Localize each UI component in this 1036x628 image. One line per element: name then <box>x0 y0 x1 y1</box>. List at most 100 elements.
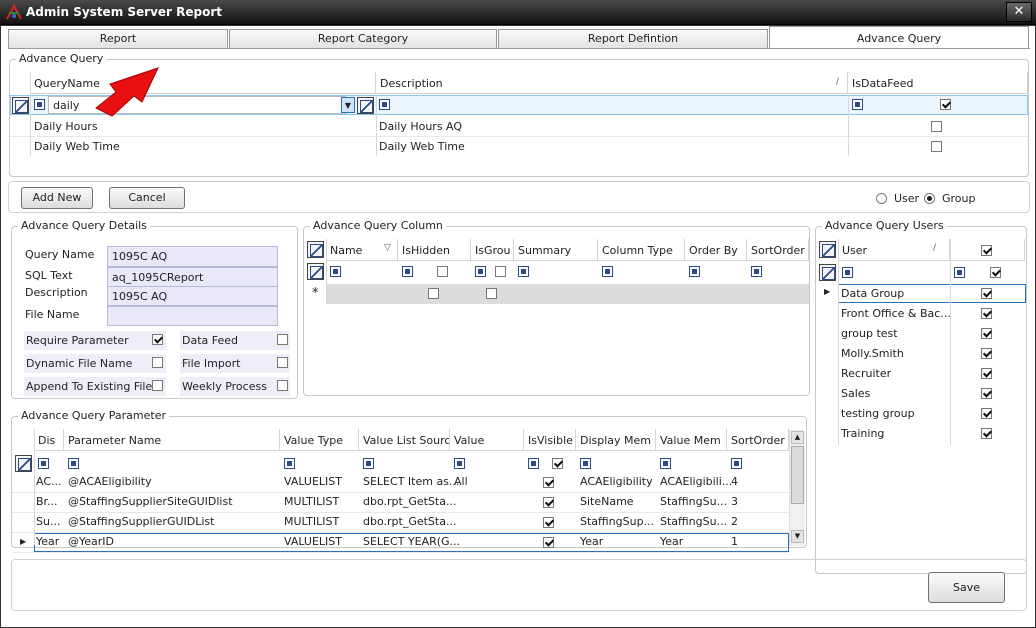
user-row-label[interactable]: Molly.Smith <box>841 347 904 360</box>
param-sort-order-cell[interactable]: 1 <box>731 535 738 548</box>
param-header-sort-order[interactable]: SortOrder <box>727 429 789 451</box>
param-value-list-cell[interactable]: dbo.rpt_GetSta... <box>363 515 456 528</box>
query-row-description[interactable]: Daily Web Time <box>379 140 465 153</box>
file-name-field[interactable] <box>107 306 278 326</box>
user-radio[interactable] <box>876 193 887 204</box>
user-row-checkbox[interactable] <box>981 408 992 419</box>
summary-filter-icon[interactable] <box>518 266 529 277</box>
user-row-checkbox[interactable] <box>981 328 992 339</box>
filter-editor-icon-2[interactable] <box>357 97 374 114</box>
param-display-cell[interactable]: Su... <box>36 515 60 528</box>
data-feed-checkbox[interactable] <box>277 334 288 345</box>
scroll-thumb[interactable] <box>791 446 804 504</box>
param-value-type-cell[interactable]: VALUELIST <box>284 475 342 488</box>
data-feed-filter-operator-icon[interactable] <box>852 99 863 110</box>
is-group-filter-icon[interactable] <box>475 266 486 277</box>
display-filter-icon[interactable] <box>38 458 49 469</box>
value-list-filter-icon[interactable] <box>363 458 374 469</box>
param-display-member-cell[interactable]: StaffingSup... <box>580 515 654 528</box>
tab-report-definition[interactable]: Report Defintion <box>498 29 768 49</box>
parameter-scrollbar[interactable]: ▲ ▼ <box>789 430 805 546</box>
col-header-column-type[interactable]: Column Type <box>598 239 685 261</box>
dynamic-file-name-checkbox[interactable] <box>152 357 163 368</box>
param-sort-order-cell[interactable]: 4 <box>731 475 738 488</box>
param-value-member-cell[interactable]: StaffingSu... <box>660 515 727 528</box>
selected-filter-icon[interactable] <box>954 267 965 278</box>
user-row-label[interactable]: Data Group <box>841 287 904 300</box>
query-row-name[interactable]: Daily Hours <box>34 120 98 133</box>
tab-report[interactable]: Report <box>8 29 228 49</box>
param-header-value-type[interactable]: Value Type <box>280 429 359 451</box>
col-header-description[interactable]: Description <box>376 72 848 94</box>
param-sort-order-cell[interactable]: 2 <box>731 515 738 528</box>
param-header-is-visible[interactable]: IsVisible <box>524 429 576 451</box>
user-row-label[interactable]: Recruiter <box>841 367 891 380</box>
col-header-is-data-feed[interactable]: IsDataFeed <box>848 72 1028 94</box>
param-header-value-list-source[interactable]: Value List Sourc <box>359 429 450 451</box>
col-header-is-hidden[interactable]: IsHidden <box>398 239 471 261</box>
user-row-label[interactable]: Sales <box>841 387 870 400</box>
param-is-visible-checkbox[interactable] <box>543 537 554 548</box>
close-button[interactable]: ✕ <box>1006 2 1032 22</box>
user-row-label[interactable]: Front Office & Bac... <box>841 307 951 320</box>
filter-dropdown-icon[interactable]: ▼ <box>341 97 355 113</box>
new-row[interactable] <box>326 284 809 304</box>
is-visible-filter-checkbox[interactable] <box>552 458 563 469</box>
filter-editor-icon[interactable] <box>12 97 29 114</box>
user-row-checkbox[interactable] <box>981 348 992 359</box>
col-header-sort-order[interactable]: SortOrder <box>747 239 809 261</box>
save-button[interactable]: Save <box>928 572 1005 603</box>
param-value-member-cell[interactable]: Year <box>660 535 683 548</box>
data-feed-filter-checkbox[interactable] <box>940 99 951 110</box>
column-chooser-icon[interactable] <box>307 241 324 258</box>
name-filter-icon[interactable] <box>330 266 341 277</box>
is-hidden-filter-checkbox[interactable] <box>437 266 448 277</box>
param-header-value[interactable]: Value <box>450 429 524 451</box>
filter-operator-icon[interactable] <box>34 99 45 110</box>
param-value-cell[interactable]: All <box>454 475 468 488</box>
query-row-description[interactable]: Daily Hours AQ <box>379 120 462 133</box>
tab-report-category[interactable]: Report Category <box>229 29 497 49</box>
param-is-visible-checkbox[interactable] <box>543 517 554 528</box>
param-name-cell[interactable]: @StaffingSupplierSiteGUIDlist <box>68 495 233 508</box>
param-value-type-cell[interactable]: MULTILIST <box>284 515 339 528</box>
user-row-checkbox[interactable] <box>981 388 992 399</box>
query-row-data-feed-checkbox[interactable] <box>931 141 942 152</box>
scroll-down-icon[interactable]: ▼ <box>791 530 804 543</box>
param-value-type-cell[interactable]: MULTILIST <box>284 495 339 508</box>
param-value-member-cell[interactable]: ACAEligibili... <box>660 475 732 488</box>
selected-filter-checkbox[interactable] <box>990 267 1001 278</box>
param-header-display-member[interactable]: Display Mem <box>576 429 656 451</box>
col-header-query-name[interactable]: QueryName <box>30 72 376 94</box>
value-member-filter-icon[interactable] <box>660 458 671 469</box>
param-header-display[interactable]: Dis <box>34 429 64 451</box>
filter-editor-icon[interactable] <box>819 264 836 281</box>
is-visible-filter-icon[interactable] <box>528 458 539 469</box>
new-row-is-hidden-checkbox[interactable] <box>428 288 439 299</box>
sort-order-filter-icon[interactable] <box>731 458 742 469</box>
param-display-cell[interactable]: Br... <box>36 495 58 508</box>
value-filter-icon[interactable] <box>454 458 465 469</box>
param-value-type-cell[interactable]: VALUELIST <box>284 535 342 548</box>
user-row-label[interactable]: group test <box>841 327 898 340</box>
filter-editor-icon[interactable] <box>307 263 324 280</box>
query-row-name[interactable]: Daily Web Time <box>34 140 120 153</box>
filter-editor-icon[interactable] <box>15 455 32 472</box>
tab-advance-query[interactable]: Advance Query <box>769 26 1029 49</box>
param-value-list-cell[interactable]: dbo.rpt_GetSta... <box>363 495 456 508</box>
col-header-is-group[interactable]: IsGrou <box>471 239 514 261</box>
group-radio[interactable] <box>924 193 935 204</box>
order-by-filter-icon[interactable] <box>689 266 700 277</box>
param-is-visible-checkbox[interactable] <box>543 497 554 508</box>
column-type-filter-icon[interactable] <box>602 266 613 277</box>
user-filter-icon[interactable] <box>842 267 853 278</box>
param-display-member-cell[interactable]: Year <box>580 535 603 548</box>
param-name-cell[interactable]: @YearID <box>68 535 114 548</box>
column-chooser-icon[interactable] <box>819 241 836 258</box>
param-is-visible-checkbox[interactable] <box>543 477 554 488</box>
scroll-up-icon[interactable]: ▲ <box>791 431 804 444</box>
user-row-checkbox[interactable] <box>981 288 992 299</box>
cancel-button[interactable]: Cancel <box>109 187 185 209</box>
weekly-process-checkbox[interactable] <box>277 380 288 391</box>
param-name-cell[interactable]: @StaffingSupplierGUIDList <box>68 515 214 528</box>
